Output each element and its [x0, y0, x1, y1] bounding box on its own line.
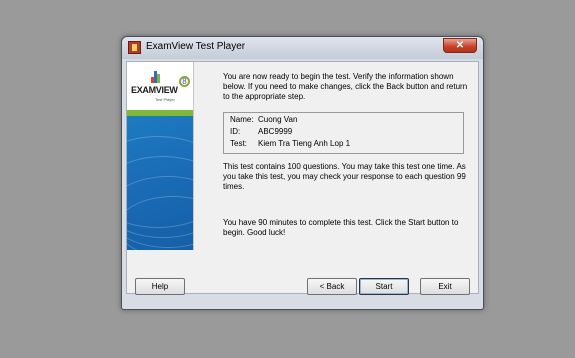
logo-number: 8: [179, 76, 190, 87]
app-icon: [128, 41, 141, 54]
back-button[interactable]: < Back: [307, 278, 357, 295]
questions-text: This test contains 100 questions. You ma…: [223, 162, 466, 191]
id-label: ID:: [230, 127, 241, 136]
test-info-box: Name: Cuong Van ID: ABC9999 Test: Kiem T…: [223, 112, 464, 154]
time-text: You have 90 minutes to complete this tes…: [223, 218, 459, 237]
close-button[interactable]: ✕: [443, 38, 477, 53]
blue-decoration: [127, 116, 193, 250]
dialog-window: ExamView Test Player ✕ EXAMVIEW 8 Test P…: [121, 36, 484, 310]
title-bar[interactable]: ExamView Test Player ✕: [122, 37, 483, 59]
test-label: Test:: [230, 139, 247, 148]
help-button[interactable]: Help: [135, 278, 185, 295]
examview-logo: EXAMVIEW 8 Test Player: [127, 62, 193, 110]
name-value: Cuong Van: [258, 115, 298, 124]
test-value: Kiem Tra Tieng Anh Lop 1: [258, 139, 351, 148]
content-panel: EXAMVIEW 8 Test Player You are now ready…: [126, 61, 479, 294]
logo-text: EXAMVIEW: [131, 85, 178, 95]
logo-subtitle: Test Player: [155, 97, 175, 102]
close-icon: ✕: [455, 40, 465, 51]
start-button[interactable]: Start: [359, 278, 409, 295]
id-value: ABC9999: [258, 127, 293, 136]
name-label: Name:: [230, 115, 254, 124]
logo-bars-icon: [151, 71, 161, 83]
branding-panel: EXAMVIEW 8 Test Player: [127, 62, 194, 250]
intro-text: You are now ready to begin the test. Ver…: [223, 72, 468, 101]
exit-button[interactable]: Exit: [420, 278, 470, 295]
window-title: ExamView Test Player: [146, 41, 246, 52]
